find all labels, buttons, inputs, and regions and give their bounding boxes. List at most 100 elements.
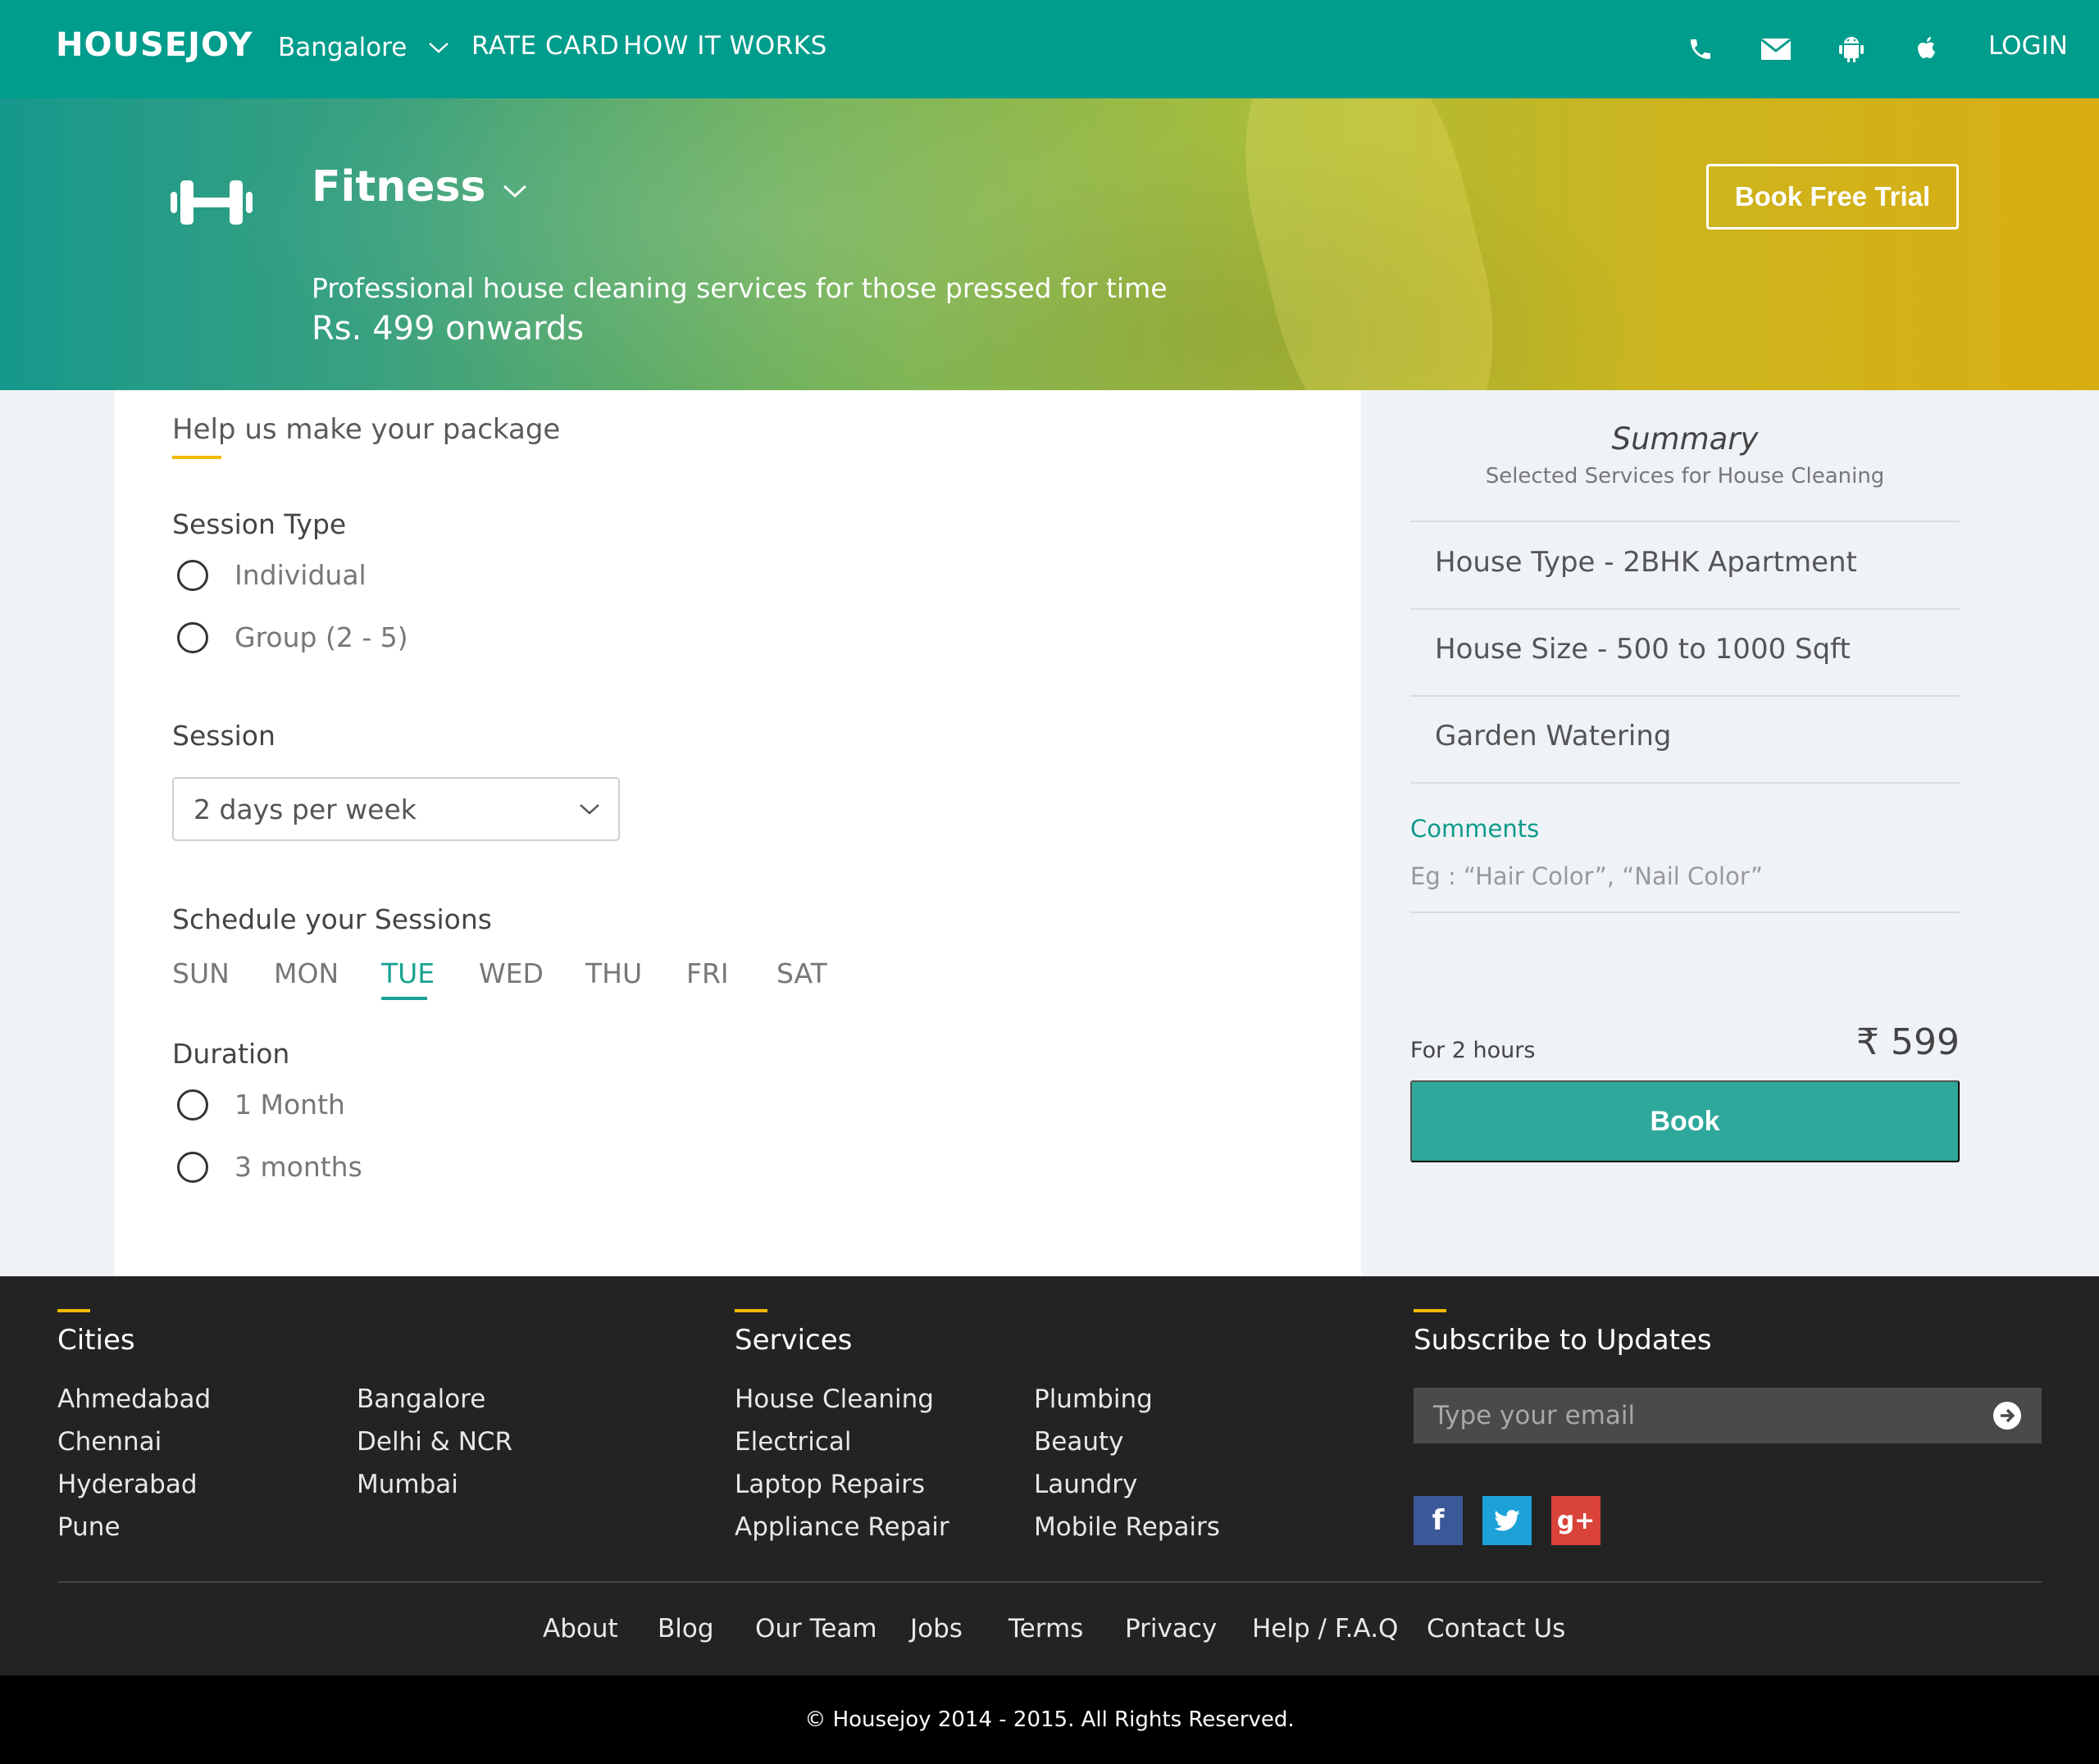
day-wed[interactable]: WED bbox=[479, 957, 544, 989]
service-title: Fitness bbox=[312, 162, 486, 211]
service-link[interactable]: Mobile Repairs bbox=[1034, 1512, 1220, 1542]
day-sun[interactable]: SUN bbox=[172, 957, 230, 989]
radio-circle[interactable] bbox=[177, 1089, 208, 1121]
dumbbell-icon bbox=[171, 180, 253, 225]
service-link[interactable]: House Cleaning bbox=[735, 1384, 934, 1414]
radio-label: Group (2 - 5) bbox=[234, 621, 408, 653]
logo[interactable]: HOUSEJOY bbox=[56, 26, 253, 64]
day-fri[interactable]: FRI bbox=[686, 957, 729, 989]
summary-subtitle: Selected Services for House Cleaning bbox=[1485, 464, 1885, 489]
footer-link-help[interactable]: Help / F.A.Q bbox=[1252, 1614, 1398, 1644]
day-mon[interactable]: MON bbox=[274, 957, 339, 989]
divider bbox=[1410, 695, 1960, 697]
email-placeholder: Type your email bbox=[1433, 1401, 1636, 1430]
top-nav: HOUSEJOY Bangalore RATE CARD HOW IT WORK… bbox=[0, 0, 2099, 98]
nav-rate-card[interactable]: RATE CARD bbox=[471, 31, 619, 61]
google-plus-icon[interactable]: g+ bbox=[1551, 1496, 1600, 1545]
duration-hours: For 2 hours bbox=[1410, 1038, 1536, 1063]
city-link[interactable]: Delhi & NCR bbox=[357, 1427, 512, 1457]
service-link[interactable]: Appliance Repair bbox=[735, 1512, 949, 1542]
city-label: Bangalore bbox=[278, 33, 408, 62]
summary-panel: Summary Selected Services for House Clea… bbox=[1361, 390, 2099, 1276]
summary-title: Summary bbox=[1611, 421, 1759, 457]
service-tagline: Professional house cleaning services for… bbox=[312, 272, 1168, 304]
comments-input[interactable]: Eg : “Hair Color”, “Nail Color” bbox=[1410, 862, 1763, 890]
book-button[interactable]: Book bbox=[1410, 1080, 1960, 1162]
divider bbox=[1410, 608, 1960, 610]
radio-label: 1 Month bbox=[234, 1089, 345, 1121]
day-sat[interactable]: SAT bbox=[776, 957, 827, 989]
session-type-label: Session Type bbox=[172, 508, 347, 540]
chevron-down-icon bbox=[503, 184, 527, 198]
apple-icon[interactable] bbox=[1909, 31, 1945, 67]
city-link[interactable]: Hyderabad bbox=[57, 1470, 198, 1499]
service-link[interactable]: Laundry bbox=[1034, 1470, 1137, 1499]
city-link[interactable]: Ahmedabad bbox=[57, 1384, 211, 1414]
city-link[interactable]: Mumbai bbox=[357, 1470, 458, 1499]
book-free-trial-button[interactable]: Book Free Trial bbox=[1706, 164, 1959, 230]
day-tue[interactable]: TUE bbox=[381, 957, 435, 989]
heading-accent bbox=[1414, 1309, 1446, 1312]
service-link[interactable]: Beauty bbox=[1034, 1427, 1123, 1457]
hero-banner: Fitness Professional house cleaning serv… bbox=[0, 98, 2099, 390]
login-link[interactable]: LOGIN bbox=[1988, 31, 2068, 61]
footer-link-about[interactable]: About bbox=[543, 1614, 618, 1644]
summary-item: Garden Watering bbox=[1435, 720, 1672, 752]
radio-1-month[interactable]: 1 Month bbox=[177, 1089, 345, 1121]
radio-group[interactable]: Group (2 - 5) bbox=[177, 621, 408, 653]
cities-heading: Cities bbox=[57, 1324, 135, 1357]
facebook-icon[interactable]: f bbox=[1414, 1496, 1463, 1545]
day-thu[interactable]: THU bbox=[585, 957, 642, 989]
package-form: Help us make your package Session Type I… bbox=[115, 390, 1361, 1276]
radio-individual[interactable]: Individual bbox=[177, 559, 367, 591]
services-heading: Services bbox=[735, 1324, 853, 1357]
divider bbox=[1410, 912, 1960, 913]
radio-3-months[interactable]: 3 months bbox=[177, 1151, 362, 1183]
schedule-label: Schedule your Sessions bbox=[172, 903, 492, 935]
divider bbox=[1410, 782, 1960, 784]
city-link[interactable]: Pune bbox=[57, 1512, 121, 1542]
twitter-icon[interactable] bbox=[1482, 1496, 1532, 1545]
service-link[interactable]: Plumbing bbox=[1034, 1384, 1153, 1414]
service-selector[interactable]: Fitness bbox=[312, 162, 528, 211]
footer-link-terms[interactable]: Terms bbox=[1009, 1614, 1083, 1644]
subscribe-heading: Subscribe to Updates bbox=[1414, 1324, 1712, 1357]
duration-label: Duration bbox=[172, 1038, 290, 1070]
email-input[interactable]: Type your email bbox=[1414, 1388, 2042, 1443]
city-link[interactable]: Bangalore bbox=[357, 1384, 485, 1414]
city-link[interactable]: Chennai bbox=[57, 1427, 162, 1457]
comments-label: Comments bbox=[1410, 815, 1540, 843]
divider bbox=[1410, 521, 1960, 522]
heading-accent bbox=[735, 1309, 767, 1312]
footer-link-our-team[interactable]: Our Team bbox=[755, 1614, 877, 1644]
footer: Cities Ahmedabad Chennai Hyderabad Pune … bbox=[0, 1276, 2099, 1675]
radio-label: 3 months bbox=[234, 1151, 362, 1183]
title-underline bbox=[172, 456, 221, 459]
radio-label: Individual bbox=[234, 559, 367, 591]
mail-icon[interactable] bbox=[1758, 31, 1794, 67]
selected-day-underline bbox=[381, 997, 427, 1000]
summary-item: House Type - 2BHK Apartment bbox=[1435, 546, 1857, 579]
chevron-down-icon bbox=[429, 43, 449, 53]
footer-divider bbox=[57, 1581, 2042, 1583]
footer-link-contact[interactable]: Contact Us bbox=[1427, 1614, 1565, 1644]
service-price: Rs. 499 onwards bbox=[312, 310, 585, 348]
session-select[interactable]: 2 days per week bbox=[172, 777, 620, 841]
footer-link-jobs[interactable]: Jobs bbox=[910, 1614, 963, 1644]
radio-circle[interactable] bbox=[177, 621, 208, 653]
phone-icon[interactable] bbox=[1682, 31, 1719, 67]
service-link[interactable]: Electrical bbox=[735, 1427, 851, 1457]
arrow-right-circle-icon[interactable] bbox=[1992, 1401, 2022, 1430]
radio-circle[interactable] bbox=[177, 559, 208, 591]
android-icon[interactable] bbox=[1833, 31, 1869, 67]
service-link[interactable]: Laptop Repairs bbox=[735, 1470, 925, 1499]
chevron-down-icon bbox=[580, 804, 599, 815]
session-select-value: 2 days per week bbox=[194, 793, 417, 825]
footer-link-privacy[interactable]: Privacy bbox=[1125, 1614, 1217, 1644]
nav-how-it-works[interactable]: HOW IT WORKS bbox=[623, 31, 827, 61]
city-selector[interactable]: Bangalore bbox=[278, 33, 449, 62]
heading-accent bbox=[57, 1309, 90, 1312]
radio-circle[interactable] bbox=[177, 1151, 208, 1183]
footer-link-blog[interactable]: Blog bbox=[658, 1614, 714, 1644]
summary-item: House Size - 500 to 1000 Sqft bbox=[1435, 633, 1851, 666]
